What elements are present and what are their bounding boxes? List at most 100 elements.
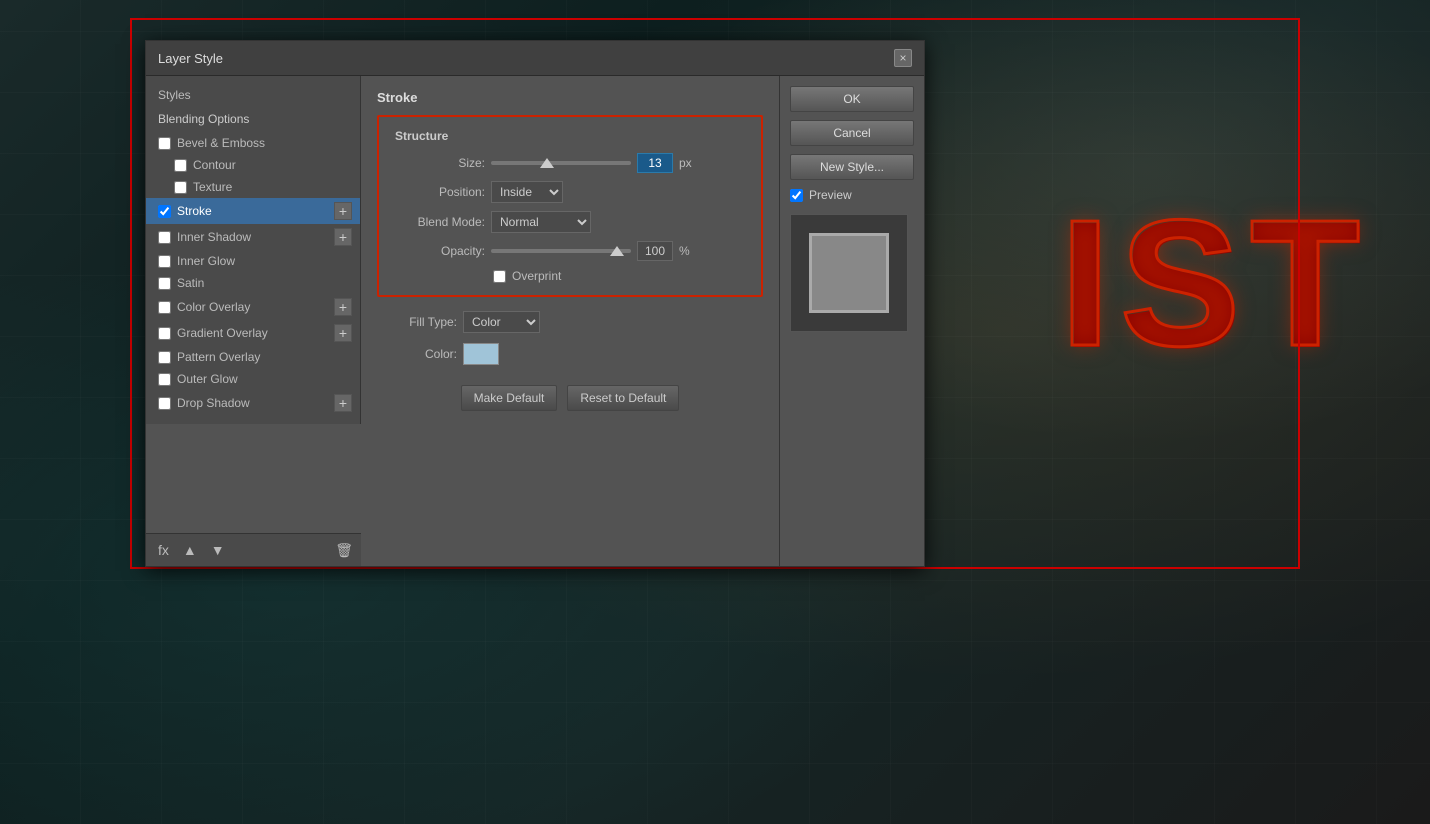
close-button[interactable]: × [894,49,912,67]
stroke-section-title: Stroke [377,90,763,105]
sidebar-item-inner-shadow[interactable]: Inner Shadow + [146,224,360,250]
color-overlay-checkbox[interactable] [158,301,171,314]
make-default-button[interactable]: Make Default [461,385,558,411]
sidebar-item-texture[interactable]: Texture [146,176,360,198]
texture-label: Texture [193,180,352,194]
contour-label: Contour [193,158,352,172]
main-content: Stroke Structure Size: 13 px [361,76,779,566]
left-panel: Styles Blending Options Bevel & Emboss C… [146,76,361,424]
sidebar-item-contour[interactable]: Contour [146,154,360,176]
sidebar-item-stroke[interactable]: Stroke + [146,198,360,224]
overprint-checkbox[interactable] [493,270,506,283]
color-overlay-label: Color Overlay [177,300,330,314]
move-down-button[interactable]: ▼ [207,540,229,560]
inner-shadow-add-button[interactable]: + [334,228,352,246]
opacity-slider-track [491,249,631,253]
gradient-overlay-add-button[interactable]: + [334,324,352,342]
preview-checkbox[interactable] [790,189,803,202]
new-style-button[interactable]: New Style... [790,154,914,180]
bottom-buttons: Make Default Reset to Default [377,385,763,411]
dialog-titlebar: Layer Style × [146,41,924,76]
reset-to-default-button[interactable]: Reset to Default [567,385,679,411]
drop-shadow-add-button[interactable]: + [334,394,352,412]
delete-button[interactable]: 🗑 [335,542,353,559]
position-row: Position: Inside Outside Center [395,181,745,203]
sidebar-item-outer-glow[interactable]: Outer Glow [146,368,360,390]
pattern-overlay-label: Pattern Overlay [177,350,352,364]
opacity-slider-container [491,249,631,253]
size-slider-track [491,161,631,165]
gradient-overlay-label: Gradient Overlay [177,326,330,340]
pattern-overlay-checkbox[interactable] [158,351,171,364]
dialog-title: Layer Style [158,51,223,66]
color-overlay-add-button[interactable]: + [334,298,352,316]
stroke-checkbox[interactable] [158,205,171,218]
stroke-add-button[interactable]: + [334,202,352,220]
position-label: Position: [395,185,485,199]
satin-label: Satin [177,276,352,290]
inner-shadow-checkbox[interactable] [158,231,171,244]
sidebar-item-color-overlay[interactable]: Color Overlay + [146,294,360,320]
size-slider-thumb[interactable] [540,158,554,168]
color-swatch[interactable] [463,343,499,365]
satin-checkbox[interactable] [158,277,171,290]
cancel-button[interactable]: Cancel [790,120,914,146]
size-unit: px [679,156,692,170]
size-row: Size: 13 px [395,153,745,173]
inner-glow-label: Inner Glow [177,254,352,268]
move-up-button[interactable]: ▲ [179,540,201,560]
outer-glow-checkbox[interactable] [158,373,171,386]
opacity-slider-thumb[interactable] [610,246,624,256]
sidebar-item-drop-shadow[interactable]: Drop Shadow + [146,390,360,416]
layer-style-dialog: Layer Style × Styles Blending Options Be… [145,40,925,567]
size-input[interactable]: 13 [637,153,673,173]
preview-label: Preview [809,188,852,202]
sidebar-item-pattern-overlay[interactable]: Pattern Overlay [146,346,360,368]
position-select[interactable]: Inside Outside Center [491,181,563,203]
outer-glow-label: Outer Glow [177,372,352,386]
dialog-body: Styles Blending Options Bevel & Emboss C… [146,76,924,566]
bg-text: IST [1060,180,1370,387]
inner-glow-checkbox[interactable] [158,255,171,268]
sidebar-item-gradient-overlay[interactable]: Gradient Overlay + [146,320,360,346]
contour-checkbox[interactable] [174,159,187,172]
texture-checkbox[interactable] [174,181,187,194]
styles-label[interactable]: Styles [146,84,360,108]
ok-button[interactable]: OK [790,86,914,112]
overprint-row: Overprint [493,269,745,283]
preview-box [790,214,908,332]
bevel-emboss-checkbox[interactable] [158,137,171,150]
preview-inner [809,233,889,313]
size-label: Size: [395,156,485,170]
blend-mode-label: Blend Mode: [395,215,485,229]
structure-box: Structure Size: 13 px Position: [377,115,763,297]
sidebar-item-inner-glow[interactable]: Inner Glow [146,250,360,272]
sidebar-item-bevel-emboss[interactable]: Bevel & Emboss [146,132,360,154]
size-slider-container [491,161,631,165]
right-panel: OK Cancel New Style... Preview [779,76,924,566]
opacity-unit: % [679,244,690,258]
drop-shadow-checkbox[interactable] [158,397,171,410]
preview-row: Preview [790,188,914,202]
color-row: Color: [377,343,763,365]
gradient-overlay-checkbox[interactable] [158,327,171,340]
inner-shadow-label: Inner Shadow [177,230,330,244]
blend-mode-select[interactable]: Normal Multiply Screen Overlay [491,211,591,233]
color-label: Color: [377,347,457,361]
fill-type-label: Fill Type: [377,315,457,329]
left-panel-wrapper: Styles Blending Options Bevel & Emboss C… [146,76,361,566]
blending-options-item[interactable]: Blending Options [146,108,360,132]
drop-shadow-label: Drop Shadow [177,396,330,410]
sidebar-item-satin[interactable]: Satin [146,272,360,294]
bevel-emboss-label: Bevel & Emboss [177,136,352,150]
left-toolbar: fx ▲ ▼ 🗑 [146,533,361,566]
fx-button[interactable]: fx [154,540,173,560]
opacity-row: Opacity: 100 % [395,241,745,261]
overprint-label: Overprint [512,269,561,283]
opacity-label: Opacity: [395,244,485,258]
blend-mode-row: Blend Mode: Normal Multiply Screen Overl… [395,211,745,233]
fill-type-select[interactable]: Color Gradient Pattern [463,311,540,333]
fill-type-row: Fill Type: Color Gradient Pattern [377,311,763,333]
structure-title: Structure [395,129,745,143]
opacity-input[interactable]: 100 [637,241,673,261]
